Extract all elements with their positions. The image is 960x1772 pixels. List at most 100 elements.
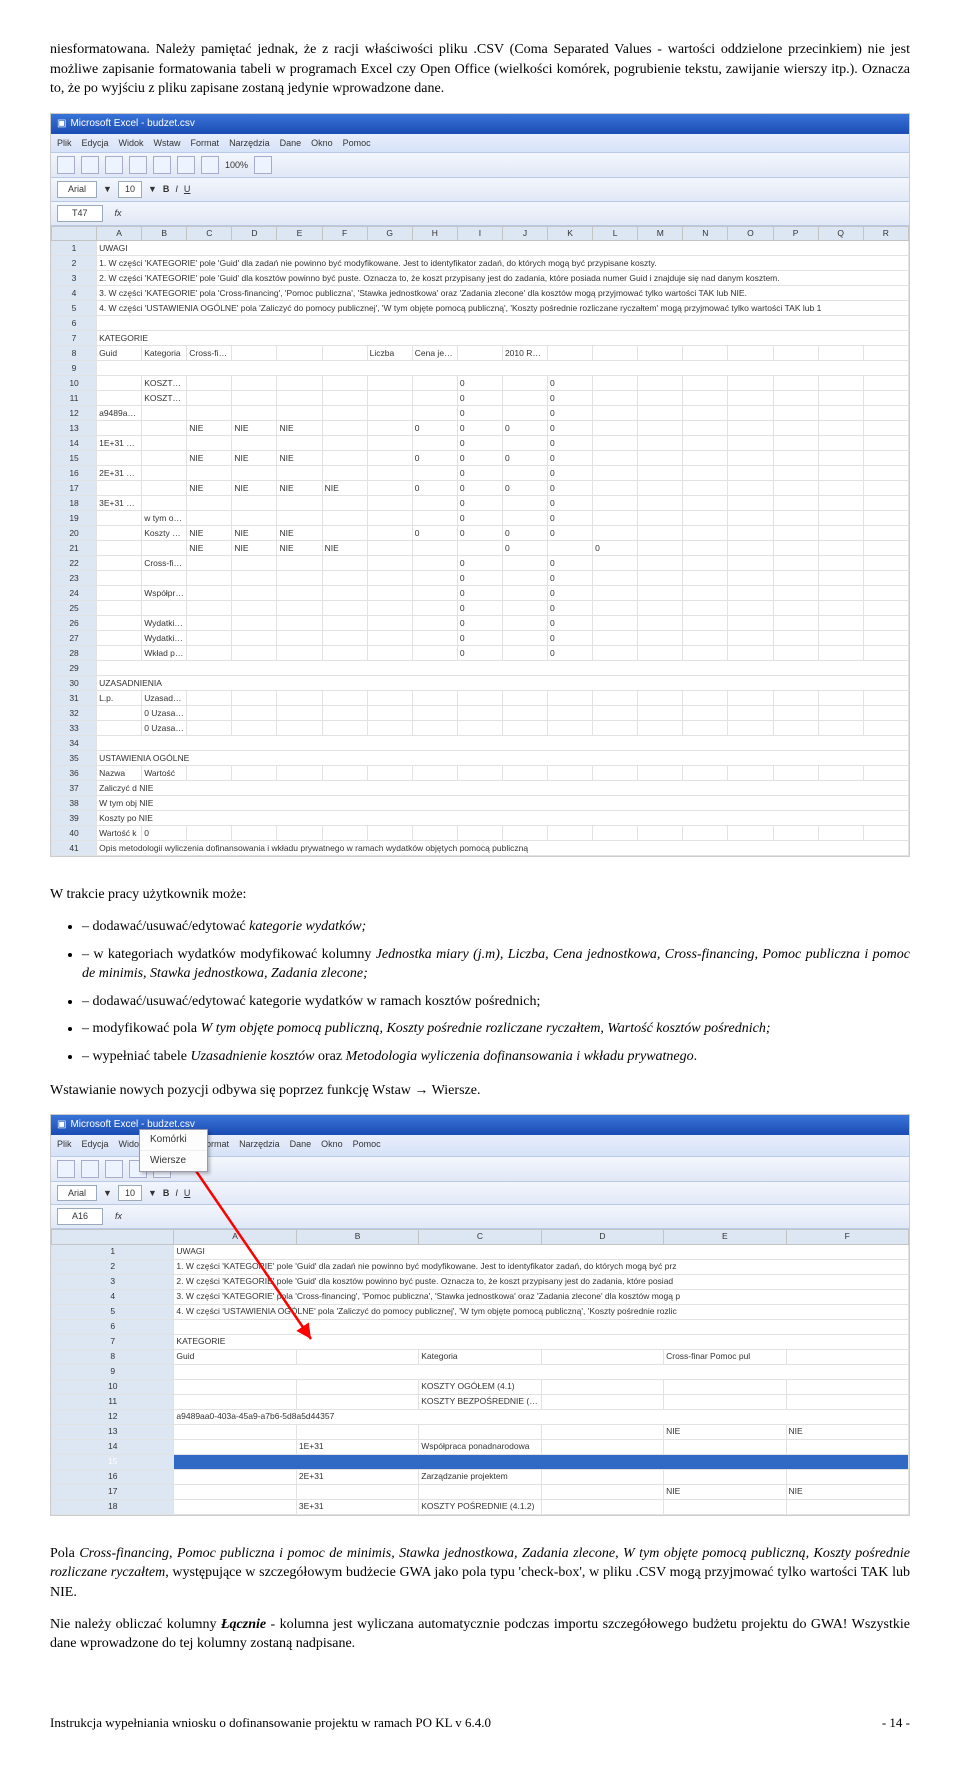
cell[interactable] [322,376,367,391]
cell[interactable] [367,571,412,586]
cell[interactable] [593,466,638,481]
cell[interactable] [593,631,638,646]
cell[interactable]: 0 [457,571,502,586]
cell[interactable] [367,586,412,601]
cell[interactable] [412,556,457,571]
cell[interactable]: Kategoria [419,1349,541,1364]
row-number[interactable]: 17 [52,481,97,496]
cell[interactable]: 0 [548,376,593,391]
cell[interactable] [863,451,908,466]
cell[interactable]: 0 [457,391,502,406]
cell[interactable]: 2. W części 'KATEGORIE' pole 'Guid' dla … [97,271,909,286]
cell[interactable]: 0 [548,511,593,526]
cell[interactable] [786,1499,908,1514]
cell[interactable] [142,436,187,451]
cell[interactable] [97,556,142,571]
cell[interactable] [322,556,367,571]
row-number[interactable]: 14 [52,1439,174,1454]
cell[interactable] [412,436,457,451]
cell[interactable]: 0 [457,421,502,436]
column-header[interactable] [52,1229,174,1244]
cell[interactable]: Wartość k [97,826,142,841]
row-number[interactable]: 9 [52,361,97,376]
row-number[interactable]: 4 [52,286,97,301]
cell[interactable] [818,766,863,781]
menu-item[interactable]: Plik [57,137,72,150]
cell[interactable] [818,526,863,541]
cell[interactable] [728,601,773,616]
cell[interactable] [773,586,818,601]
cell[interactable] [277,826,322,841]
cell[interactable] [728,466,773,481]
cell[interactable] [863,601,908,616]
cell[interactable]: 0 [548,571,593,586]
cell[interactable] [818,346,863,361]
cell[interactable] [174,1379,296,1394]
cell[interactable]: 0 [502,526,547,541]
cell[interactable] [773,436,818,451]
menu-item[interactable]: Dane [280,137,302,150]
cell[interactable] [412,391,457,406]
cell[interactable] [683,376,728,391]
cell[interactable] [548,691,593,706]
cell[interactable] [97,661,909,676]
font-name[interactable]: Arial [57,181,97,198]
cell[interactable] [277,496,322,511]
cell[interactable] [773,721,818,736]
row-number[interactable]: 12 [52,1409,174,1424]
cell[interactable] [683,826,728,841]
cell[interactable]: 0 [457,646,502,661]
cell[interactable]: w tym objęte pomocą publiczną [142,511,187,526]
cell[interactable] [232,391,277,406]
cell[interactable] [187,766,232,781]
cell[interactable]: 1. W części 'KATEGORIE' pole 'Guid' dla … [97,256,909,271]
row-number[interactable]: 15 [52,1454,174,1469]
font-name[interactable]: Arial [57,1185,97,1202]
cell[interactable] [142,601,187,616]
cell[interactable] [412,766,457,781]
tool-icon[interactable] [177,156,195,174]
cell[interactable] [818,376,863,391]
cell[interactable] [97,481,142,496]
cell[interactable]: 0 [548,526,593,541]
cell[interactable] [97,526,142,541]
column-header[interactable]: H [412,226,457,241]
cell[interactable] [502,601,547,616]
cell[interactable]: Wydatki objęte pomocą publiczną i pomoc … [142,631,187,646]
cell[interactable] [638,556,683,571]
cell[interactable]: 0 [548,646,593,661]
row-number[interactable]: 25 [52,601,97,616]
cell[interactable]: 0 [412,421,457,436]
cell[interactable] [97,631,142,646]
cell[interactable] [638,616,683,631]
row-number[interactable]: 7 [52,331,97,346]
cell[interactable] [367,496,412,511]
cell[interactable]: 2010 Razem [502,346,547,361]
cell[interactable] [818,406,863,421]
cell[interactable] [863,481,908,496]
row-number[interactable]: 2 [52,1259,174,1274]
cell[interactable]: 1. W części 'KATEGORIE' pole 'Guid' dla … [174,1259,909,1274]
row-number[interactable]: 3 [52,271,97,286]
cell[interactable] [142,481,187,496]
cell[interactable] [728,421,773,436]
font-size[interactable]: 10 [118,181,142,198]
cell[interactable] [593,421,638,436]
tool-icon[interactable] [153,156,171,174]
cell[interactable] [773,691,818,706]
cell[interactable] [773,556,818,571]
cell[interactable] [502,706,547,721]
cell[interactable]: 0 [457,481,502,496]
cell[interactable] [541,1469,663,1484]
cell[interactable] [322,721,367,736]
row-number[interactable]: 41 [52,841,97,856]
cell[interactable]: Cross-finar Pomoc pul Stawka jec Zadania… [187,346,232,361]
cell[interactable] [863,526,908,541]
row-number[interactable]: 36 [52,766,97,781]
cell[interactable] [728,481,773,496]
column-header[interactable]: J [502,226,547,241]
cell[interactable] [786,1439,908,1454]
cell[interactable] [863,556,908,571]
cell[interactable] [142,421,187,436]
cell[interactable] [367,631,412,646]
